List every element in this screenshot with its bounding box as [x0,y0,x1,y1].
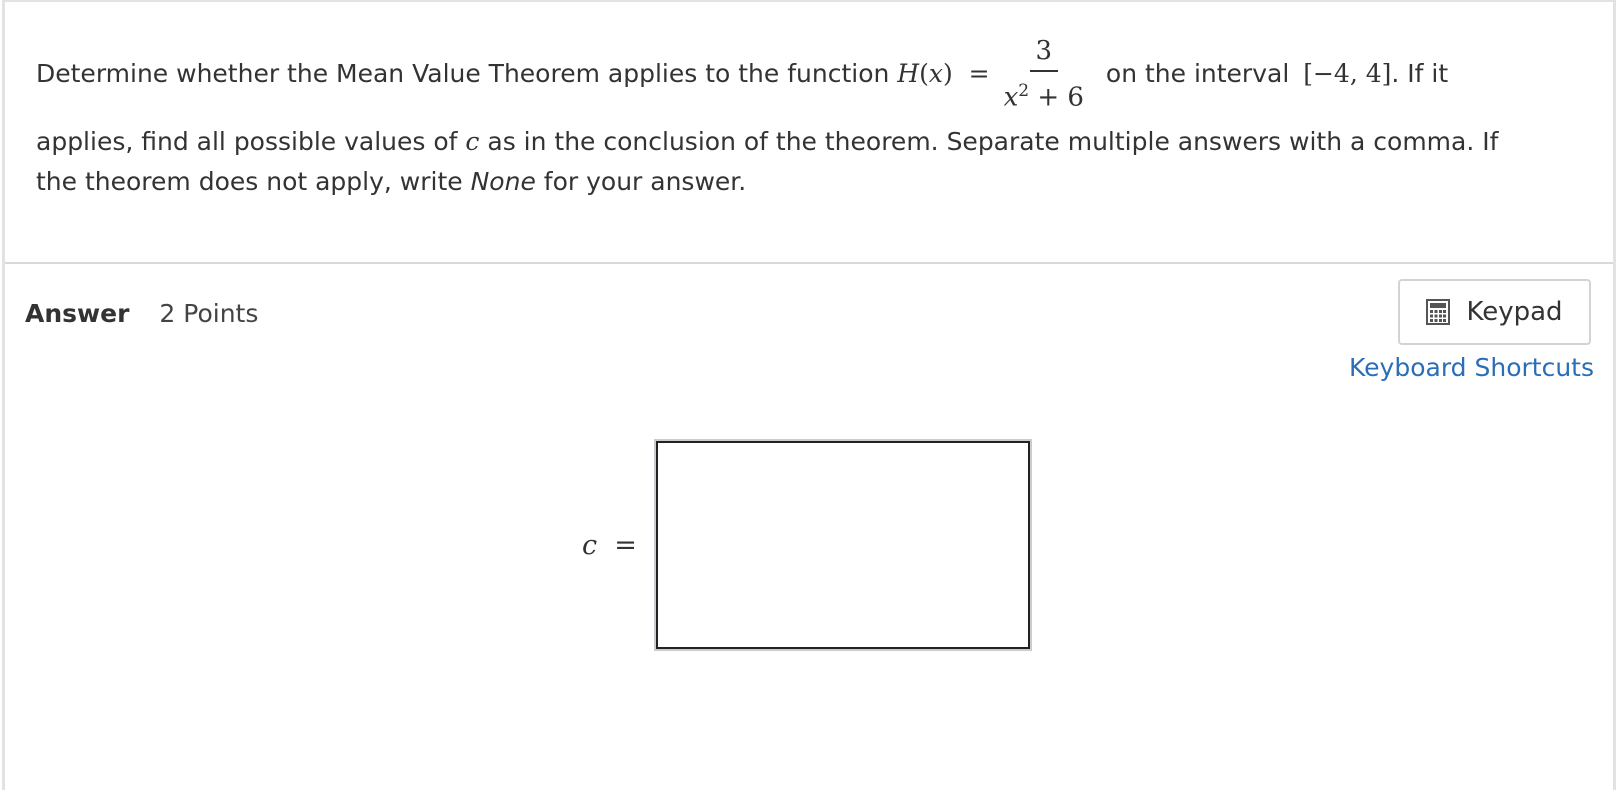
line3-text-a: the theorem does not apply, write [36,167,471,196]
question-text: Determine whether the Mean Value Theorem… [36,26,1556,202]
answer-label: Answer [25,298,130,328]
function-expression: H(x) = [897,59,990,88]
answer-input[interactable] [654,439,1032,651]
line3-text-b: for your answer. [535,167,747,196]
function-variable: x [928,59,943,88]
variable-c: c [465,127,480,156]
denominator-exponent: 2 [1018,80,1030,101]
points-label: 2 Points [159,298,259,328]
question-prefix: Determine whether the Mean Value Theorem… [36,59,890,88]
keypad-label: Keypad [1466,297,1563,327]
denominator-rest: + 6 [1029,82,1084,113]
none-keyword: None [470,167,536,196]
line2-text-a: applies, find all possible values of [36,127,466,156]
line2-text-b: as in the conclusion of the theorem. Sep… [479,127,1499,156]
equals-sign: = [968,59,990,88]
answer-header: Answer 2 Points [25,290,258,336]
answer-equals: = [614,530,637,561]
function-name: H [897,59,920,88]
question-panel: Determine whether the Mean Value Theorem… [5,2,1613,264]
answer-variable: c [582,530,598,561]
fraction-denominator: x2 + 6 [1000,72,1088,115]
interval-suffix: . If it [1391,59,1449,88]
question-line-1: Determine whether the Mean Value Theorem… [36,26,1556,122]
calculator-icon [1426,299,1451,325]
interval-prefix: on the interval [1097,59,1298,88]
interval: [−4, 4] [1303,59,1392,88]
fraction-numerator: 3 [1029,34,1059,72]
keypad-button[interactable]: Keypad [1398,279,1591,345]
fraction: 3 x2 + 6 [1000,34,1088,115]
question-line-3: the theorem does not apply, write None f… [36,162,1556,202]
answer-variable-label: c = [582,530,637,561]
keyboard-shortcuts-link[interactable]: Keyboard Shortcuts [1340,350,1594,386]
denominator-variable: x [1003,82,1019,113]
question-line-2: applies, find all possible values of c a… [36,122,1556,162]
